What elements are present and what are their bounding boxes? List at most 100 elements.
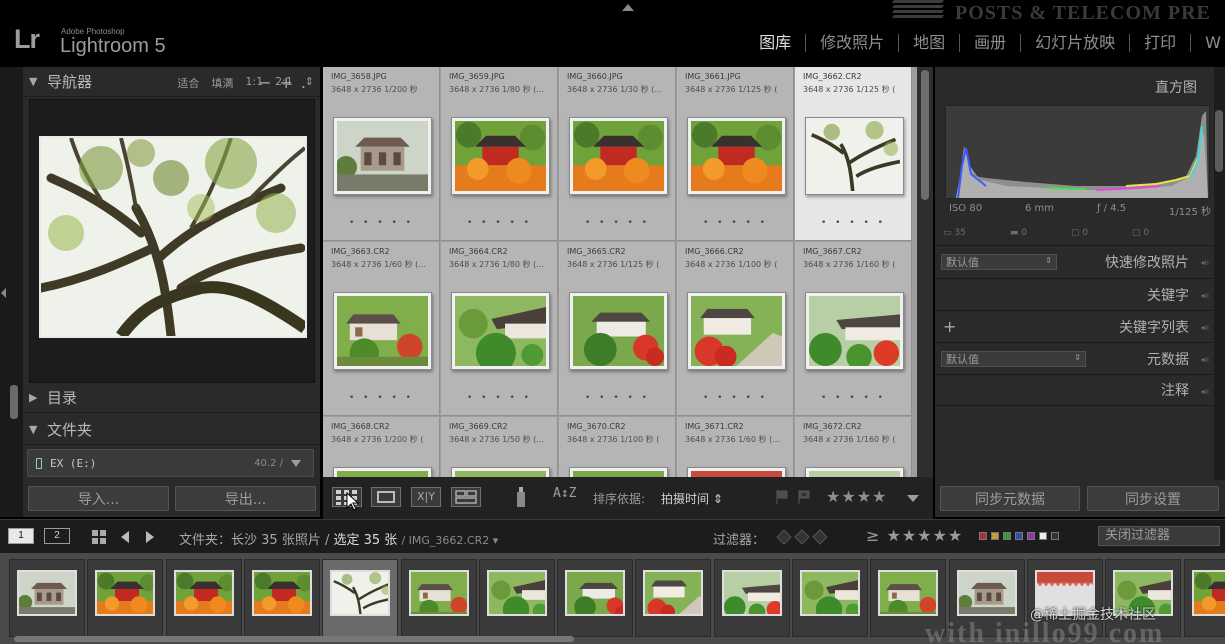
cell-rating-dots[interactable]: • • • • • [677, 218, 794, 228]
main-window-button[interactable]: 1 [8, 528, 34, 544]
grid-scrollbar-thumb[interactable] [921, 70, 929, 200]
filmstrip-thumbnail-image[interactable] [565, 570, 626, 616]
grid-cell[interactable]: IMG_3668.CR2 3648 x 2736 1/200 秒 ( • • •… [323, 417, 440, 477]
grid-cell[interactable]: IMG_3660.JPG 3648 x 2736 1/30 秒 (... • •… [559, 67, 676, 241]
sort-dropdown[interactable]: 拍摄时间 ⇕ [661, 490, 723, 507]
flag-filter-icons[interactable] [775, 528, 835, 550]
cell-thumbnail-image[interactable] [573, 296, 664, 366]
cell-rating-dots[interactable]: • • • • • [323, 393, 440, 403]
cell-thumbnail-image[interactable] [337, 296, 428, 366]
collapse-left-panel-icon[interactable] [1, 288, 6, 298]
back-arrow-icon[interactable] [117, 529, 133, 549]
filmstrip-source-path[interactable]: 文件夹：长沙 35 张照片 / 选定 35 张 / IMG_3662.CR2 ▾ [179, 529, 498, 548]
rating-filter-stars[interactable]: ≥ ★★★★★ [866, 526, 963, 545]
quick-develop-preset-select[interactable]: 默认值 ⇕ [941, 253, 1057, 270]
filmstrip-thumbnail[interactable] [557, 559, 634, 637]
left-panel-scrollbar[interactable] [10, 385, 18, 419]
filmstrip-thumbnail-image[interactable] [956, 570, 1017, 616]
color-label-swatch[interactable] [1051, 532, 1059, 540]
remove-folder-button[interactable]: − [258, 73, 279, 92]
expand-triangle-icon[interactable]: ▼ [29, 75, 47, 88]
grid-cell[interactable]: IMG_3662.CR2 3648 x 2736 1/125 秒 ( • • •… [795, 67, 912, 241]
grid-cell[interactable]: IMG_3667.CR2 3648 x 2736 1/160 秒 ( • • •… [795, 242, 912, 416]
cell-thumbnail-frame[interactable] [451, 117, 550, 195]
filmstrip-thumbnail[interactable] [165, 559, 242, 637]
painter-spray-can-icon[interactable] [515, 486, 527, 508]
color-label-swatch[interactable] [991, 532, 999, 540]
module-map[interactable]: 地图 [899, 34, 961, 52]
color-label-swatch[interactable] [1039, 532, 1047, 540]
filmstrip-thumbnail-image[interactable] [721, 570, 782, 616]
zoom-fill[interactable]: 填满 [211, 75, 233, 91]
filmstrip-thumbnail[interactable] [400, 559, 477, 637]
grid-cell[interactable]: IMG_3671.CR2 3648 x 2736 1/60 秒 (... • •… [677, 417, 794, 477]
folders-header[interactable]: ▼ 文件夹 [23, 415, 320, 445]
filmstrip-thumbnail-image[interactable] [173, 570, 234, 616]
cell-thumbnail-image[interactable] [573, 121, 664, 191]
tool-3-icon[interactable]: ▢ 0 [1071, 228, 1088, 238]
cell-thumbnail-frame[interactable] [333, 467, 432, 477]
grid-view-small-icon[interactable] [91, 529, 107, 549]
export-button[interactable]: 导出... [175, 486, 316, 511]
filmstrip-thumbnail[interactable] [9, 559, 85, 637]
metadata-preset-select[interactable]: 默认值 ⇕ [941, 350, 1086, 367]
cell-thumbnail-frame[interactable] [805, 117, 904, 195]
cell-thumbnail-image[interactable] [691, 121, 782, 191]
cell-thumbnail-frame[interactable] [687, 292, 786, 370]
filmstrip-thumbnail[interactable] [635, 559, 712, 637]
cell-rating-dots[interactable]: • • • • • [323, 218, 440, 228]
tool-4-icon[interactable]: ▢ 0 [1132, 228, 1149, 238]
cell-thumbnail-frame[interactable] [805, 292, 904, 370]
navigator-preview-image[interactable] [39, 136, 307, 338]
grid-cell[interactable]: IMG_3669.CR2 3648 x 2736 1/50 秒 (... • •… [441, 417, 558, 477]
collapse-top-panel-icon[interactable] [622, 4, 634, 11]
cell-rating-dots[interactable]: • • • • • [441, 218, 558, 228]
filmstrip-thumbnail[interactable] [322, 559, 399, 637]
cell-thumbnail-image[interactable] [809, 121, 900, 191]
cell-thumbnail-image[interactable] [337, 121, 428, 191]
sort-direction-icon[interactable]: A↕Z [553, 486, 576, 501]
cell-thumbnail-frame[interactable] [687, 467, 786, 477]
filmstrip-thumbnail[interactable] [1183, 559, 1225, 637]
thumbnail-grid[interactable]: IMG_3658.JPG 3648 x 2736 1/200 秒 • • • •… [323, 67, 917, 477]
volume-row[interactable]: EX (E:) 40.2 / [27, 449, 314, 477]
color-label-swatch[interactable] [979, 532, 987, 540]
tool-2-icon[interactable]: ▬ 0 [1010, 228, 1027, 238]
right-panel-scrollbar-thumb[interactable] [1215, 110, 1223, 172]
grid-cell[interactable]: IMG_3672.CR2 3648 x 2736 1/160 秒 ( • • •… [795, 417, 912, 477]
cell-thumbnail-frame[interactable] [687, 117, 786, 195]
catalog-header[interactable]: ▶ 目录 [23, 383, 320, 413]
grid-cell[interactable]: IMG_3664.CR2 3648 x 2736 1/80 秒 (... • •… [441, 242, 558, 416]
add-keyword-button[interactable]: + [943, 317, 956, 336]
color-label-swatch[interactable] [1003, 532, 1011, 540]
filmstrip-thumbnail-image[interactable] [878, 570, 939, 616]
grid-cell[interactable]: IMG_3659.JPG 3648 x 2736 1/80 秒 (... • •… [441, 67, 558, 241]
filmstrip-thumbnail[interactable] [713, 559, 790, 637]
cell-thumbnail-frame[interactable] [333, 117, 432, 195]
navigator-preview-area[interactable] [29, 99, 315, 383]
cell-rating-dots[interactable]: • • • • • [559, 393, 676, 403]
filmstrip-thumbnail[interactable] [478, 559, 555, 637]
histogram-title[interactable]: 直方图 [1155, 77, 1197, 97]
cell-rating-dots[interactable]: • • • • • [441, 393, 558, 403]
sync-metadata-button[interactable]: 同步元数据 [940, 486, 1080, 511]
cell-thumbnail-frame[interactable] [451, 292, 550, 370]
forward-arrow-icon[interactable] [142, 529, 158, 549]
grid-cell[interactable]: IMG_3661.JPG 3648 x 2736 1/125 秒 ( • • •… [677, 67, 794, 241]
module-library[interactable]: 图库 [745, 34, 807, 52]
compare-view-icon[interactable]: X|Y [411, 487, 441, 507]
filmstrip-thumbnail-image[interactable] [408, 570, 469, 616]
filmstrip-thumbnail-image[interactable] [643, 570, 704, 616]
flag-reject-icon[interactable] [797, 489, 811, 505]
cell-thumbnail-image[interactable] [455, 121, 546, 191]
filter-presets-select[interactable]: 关闭过滤器 [1098, 526, 1220, 546]
loupe-view-icon[interactable] [371, 487, 401, 507]
keywording-section[interactable]: 关键字 ◂ıı [935, 278, 1215, 310]
filmstrip-thumbnail[interactable] [87, 559, 164, 637]
color-label-swatch[interactable] [1015, 532, 1023, 540]
grid-cell[interactable]: IMG_3670.CR2 3648 x 2736 1/100 秒 ( • • •… [559, 417, 676, 477]
filmstrip-scrollbar[interactable] [14, 636, 574, 642]
cell-thumbnail-frame[interactable] [569, 117, 668, 195]
cell-thumbnail-image[interactable] [455, 296, 546, 366]
add-folder-button[interactable]: +. [280, 73, 315, 92]
